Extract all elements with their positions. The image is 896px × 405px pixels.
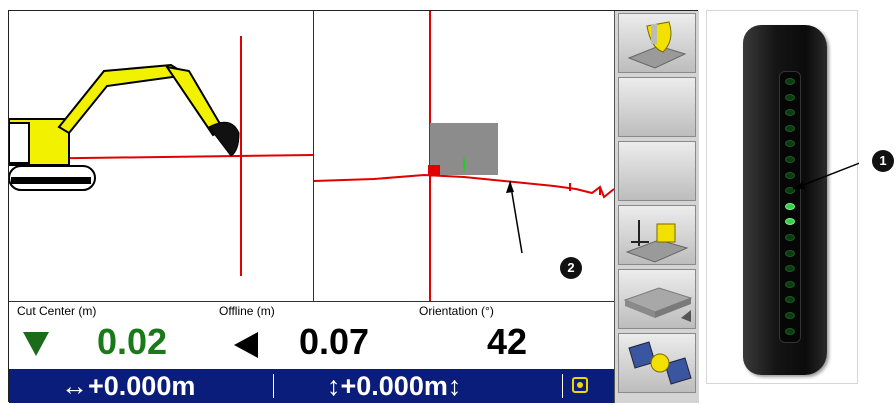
gps-status-icon[interactable]: [572, 377, 588, 393]
machine-guidance-screen: 2 Cut Center (m) Offline (m) Orientation…: [8, 10, 699, 403]
status-bar: ↔+0.000m ↕+0.000m↕: [9, 369, 614, 403]
offline-value: 0.07: [299, 321, 370, 362]
satellite-icon: [628, 341, 692, 385]
profile-view-graphic: [8, 36, 314, 276]
plan-view: 2: [313, 11, 615, 301]
surface-grid-button[interactable]: [618, 269, 696, 329]
profile-view: [8, 11, 314, 301]
bucket-view-button[interactable]: [618, 13, 696, 73]
satellite-button[interactable]: [618, 333, 696, 393]
orientation-label: Orientation (°): [419, 304, 494, 318]
toolbar-button-blank-1[interactable]: [618, 77, 696, 137]
softkey-toolbar: [614, 11, 699, 403]
surface-grid-icon: [623, 287, 693, 322]
callout-2: 2: [560, 257, 582, 279]
excavator-settings-button[interactable]: [618, 205, 696, 265]
excavator-icon: [8, 63, 240, 191]
vertical-offset: ↕+0.000m↕: [327, 371, 462, 401]
offline-label: Offline (m): [219, 304, 275, 318]
led-lightbar-panel: [706, 10, 859, 384]
callout-1-leader-graphic: [792, 162, 859, 190]
down-arrow-icon: [23, 332, 49, 356]
bucket-view-icon: [627, 21, 687, 69]
cut-center-label: Cut Center (m): [17, 304, 97, 318]
callout-1: 1: [872, 150, 894, 172]
toolbar-button-blank-2[interactable]: [618, 141, 696, 201]
readout-panel: Cut Center (m) Offline (m) Orientation (…: [9, 301, 614, 370]
bucket-position-marker: [428, 165, 440, 175]
horizontal-offset: ↔+0.000m: [61, 371, 196, 401]
status-divider: [562, 374, 563, 398]
orientation-value: 42: [487, 321, 528, 362]
left-arrow-icon: [234, 332, 258, 358]
status-divider: [273, 374, 274, 398]
excavator-settings-icon: [625, 220, 689, 263]
cut-center-value: 0.02: [97, 321, 168, 362]
